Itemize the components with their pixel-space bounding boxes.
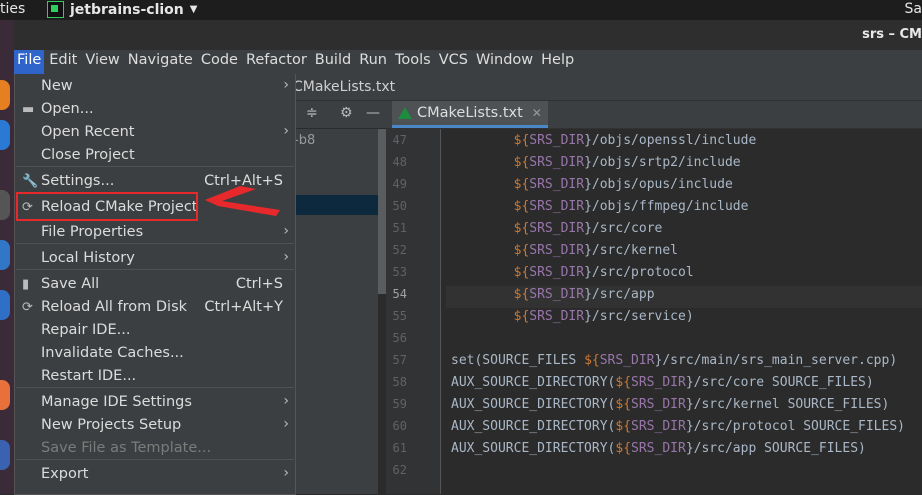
annotation-arrow (205, 186, 280, 216)
annotation-arrows (205, 186, 280, 216)
